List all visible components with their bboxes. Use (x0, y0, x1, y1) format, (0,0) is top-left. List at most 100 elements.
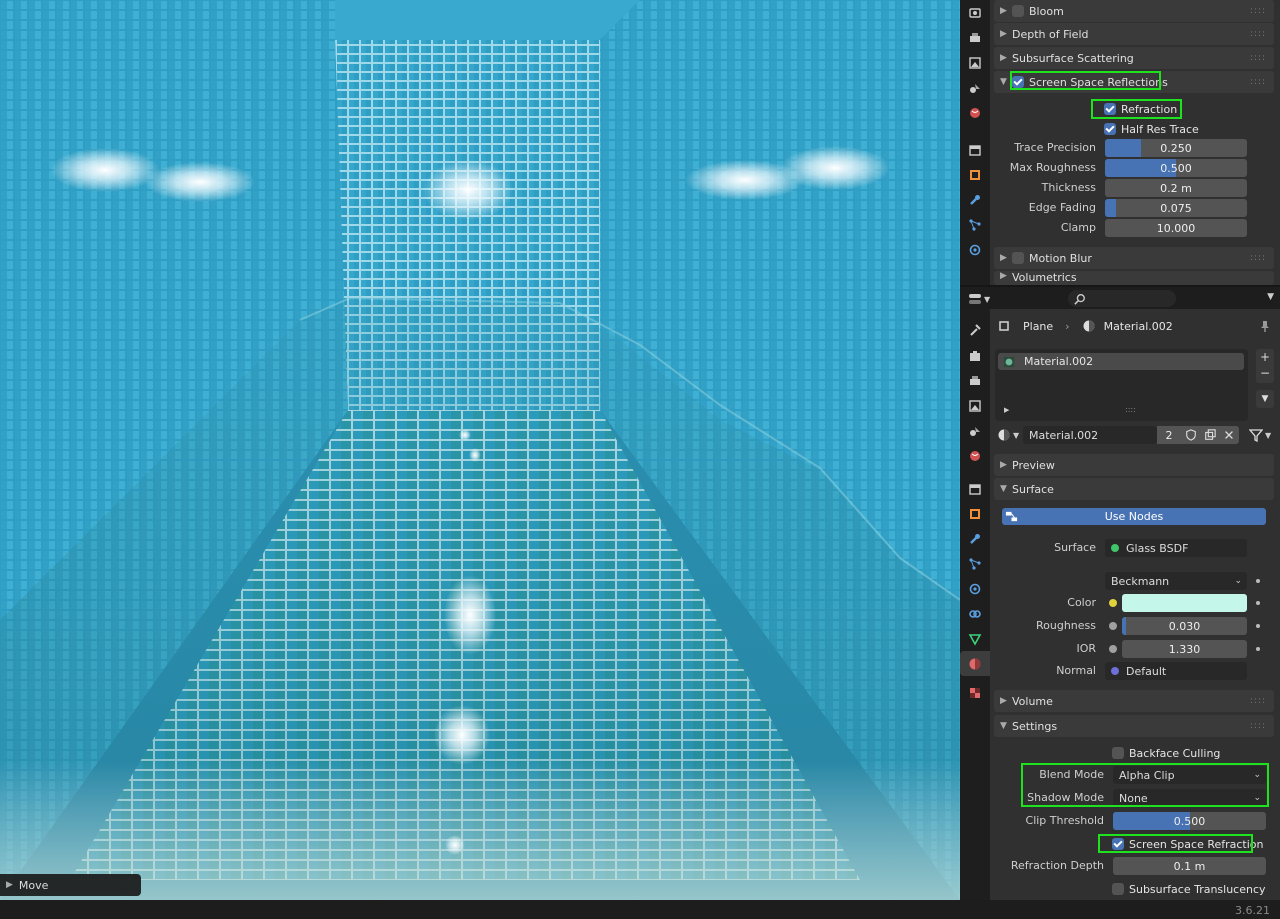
node-tree-filter-button[interactable]: ▼ (1249, 426, 1271, 444)
tab-modifiers[interactable] (960, 187, 990, 212)
backface-label: Backface Culling (1129, 746, 1221, 760)
drag-handle-icon[interactable]: :::: (1250, 77, 1266, 87)
tab-render[interactable] (960, 343, 990, 368)
normal-selector[interactable]: Default (1105, 662, 1247, 680)
distribution-dropdown[interactable]: Beckmann ⌄ (1105, 572, 1247, 590)
tab-collection[interactable] (960, 476, 990, 501)
tab-particles[interactable] (960, 212, 990, 237)
refraction-toggle[interactable]: Refraction (1104, 100, 1177, 118)
backface-culling-toggle[interactable]: Backface Culling (1112, 744, 1220, 762)
ss-refraction-checkbox[interactable] (1112, 838, 1124, 850)
shield-icon[interactable] (1185, 429, 1197, 441)
tab-output[interactable] (960, 25, 990, 50)
thickness-field[interactable]: 0.2 m (1105, 179, 1247, 197)
section-volumetrics[interactable]: ▶ Volumetrics (994, 271, 1274, 285)
shadow-mode-dropdown[interactable]: None ⌄ (1113, 789, 1266, 807)
surface-shader-selector[interactable]: Glass BSDF (1105, 539, 1247, 557)
section-label: Depth of Field (1012, 27, 1089, 41)
sss-translucency-checkbox[interactable] (1112, 883, 1124, 895)
section-volume[interactable]: ▶ Volume :::: (994, 690, 1274, 712)
tab-modifiers[interactable] (960, 526, 990, 551)
mesh-data-icon (968, 633, 982, 646)
tab-output[interactable] (960, 368, 990, 393)
drag-handle-icon[interactable]: :::: (1250, 253, 1266, 263)
tab-world[interactable] (960, 100, 990, 125)
ior-socket-icon[interactable] (1109, 645, 1117, 653)
tab-physics[interactable] (960, 237, 990, 262)
tab-physics[interactable] (960, 576, 990, 601)
drag-handle-icon[interactable]: :::: (1250, 53, 1266, 63)
drag-handle-icon[interactable]: :::: (1250, 29, 1266, 39)
tab-object[interactable] (960, 162, 990, 187)
motion-blur-checkbox[interactable] (1012, 252, 1024, 264)
browse-material-button[interactable]: ▼ (997, 426, 1021, 444)
ssr-checkbox[interactable] (1012, 76, 1024, 88)
tab-view-layer[interactable] (960, 50, 990, 75)
section-screen-space-reflections[interactable]: ▼ Screen Space Reflections :::: (994, 71, 1274, 93)
refraction-checkbox[interactable] (1104, 103, 1116, 115)
section-bloom[interactable]: ▶ Bloom :::: (994, 0, 1274, 22)
duplicate-icon[interactable] (1204, 429, 1216, 441)
tab-object[interactable] (960, 501, 990, 526)
section-surface[interactable]: ▼ Surface (994, 478, 1274, 500)
tab-tool[interactable] (960, 0, 990, 25)
color-swatch[interactable] (1122, 594, 1247, 612)
tab-collection[interactable] (960, 137, 990, 162)
backface-checkbox[interactable] (1112, 747, 1124, 759)
section-subsurface-scattering[interactable]: ▶ Subsurface Scattering :::: (994, 47, 1274, 69)
drag-handle-icon[interactable]: :::: (1250, 6, 1266, 16)
ior-field[interactable]: 1.330 (1122, 640, 1247, 658)
half-res-checkbox[interactable] (1104, 123, 1116, 135)
tab-scene[interactable] (960, 75, 990, 100)
tab-scene[interactable] (960, 418, 990, 443)
add-slot-icon[interactable]: + (1256, 349, 1274, 366)
tab-particles[interactable] (960, 551, 990, 576)
material-slot-item[interactable]: Material.002 (998, 353, 1244, 370)
half-res-trace-toggle[interactable]: Half Res Trace (1104, 120, 1199, 138)
tab-material[interactable] (960, 651, 990, 676)
section-settings[interactable]: ▼ Settings :::: (994, 715, 1274, 737)
user-count[interactable]: 2 (1157, 426, 1181, 444)
screen-space-refraction-toggle[interactable]: Screen Space Refraction (1112, 835, 1264, 853)
use-nodes-button[interactable]: Use Nodes (1002, 508, 1266, 525)
blend-mode-dropdown[interactable]: Alpha Clip ⌄ (1113, 766, 1266, 784)
search-input[interactable] (1068, 290, 1176, 307)
section-preview[interactable]: ▶ Preview (994, 454, 1274, 476)
editor-type-button[interactable]: ▼ (968, 291, 996, 307)
section-depth-of-field[interactable]: ▶ Depth of Field :::: (994, 23, 1274, 45)
roughness-field[interactable]: 0.030 (1122, 617, 1247, 635)
chevron-down-icon[interactable]: ▼ (1267, 292, 1274, 302)
tab-constraints[interactable] (960, 601, 990, 626)
drag-handle-icon[interactable]: :::: (1250, 696, 1266, 706)
remove-slot-icon[interactable]: − (1256, 366, 1274, 383)
tab-tool[interactable] (960, 317, 990, 342)
expand-arrow-icon[interactable]: ▶ (1004, 406, 1009, 414)
close-icon[interactable] (1223, 429, 1235, 441)
material-slot-list[interactable]: Material.002 ▶ :::: (995, 349, 1248, 421)
refraction-depth-field[interactable]: 0.1 m (1113, 857, 1266, 875)
color-label: Color (1067, 596, 1096, 609)
bloom-checkbox[interactable] (1012, 5, 1024, 17)
subsurface-translucency-toggle[interactable]: Subsurface Translucency (1112, 880, 1266, 898)
color-socket-icon[interactable] (1109, 599, 1117, 607)
edge-fading-field[interactable]: 0.075 (1105, 199, 1247, 217)
section-motion-blur[interactable]: ▶ Motion Blur :::: (994, 247, 1274, 269)
clamp-field[interactable]: 10.000 (1105, 219, 1247, 237)
tab-view-layer[interactable] (960, 393, 990, 418)
resize-handle-icon[interactable]: :::: (1125, 405, 1136, 414)
tab-data[interactable] (960, 626, 990, 651)
trace-precision-field[interactable]: 0.250 (1105, 139, 1247, 157)
blend-mode-value: Alpha Clip (1119, 768, 1175, 782)
tab-texture[interactable] (960, 680, 990, 705)
tab-world[interactable] (960, 443, 990, 468)
clip-threshold-field[interactable]: 0.500 (1113, 812, 1266, 830)
material-name-field[interactable]: Material.002 (1023, 426, 1157, 444)
drag-handle-icon[interactable]: :::: (1250, 721, 1266, 731)
slot-specials-icon[interactable]: ▼ (1256, 390, 1274, 408)
3d-viewport[interactable]: ▶ Move (0, 0, 960, 900)
max-roughness-field[interactable]: 0.500 (1105, 159, 1247, 177)
pool-render (0, 0, 960, 900)
roughness-socket-icon[interactable] (1109, 622, 1117, 630)
pin-icon[interactable] (1258, 319, 1272, 333)
operator-panel-move[interactable]: ▶ Move (0, 874, 141, 896)
